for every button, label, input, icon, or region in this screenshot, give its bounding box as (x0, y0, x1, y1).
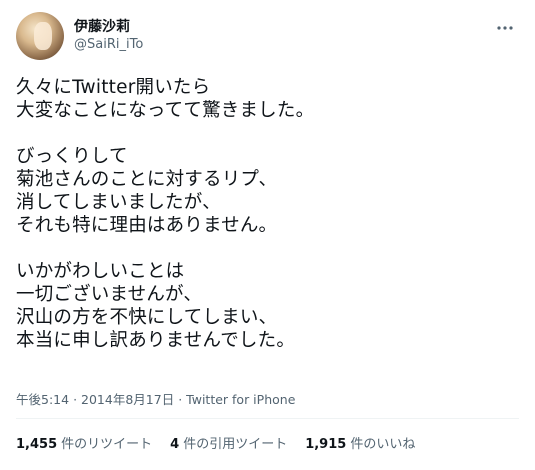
username[interactable]: @SaiRi_iTo (74, 36, 143, 54)
avatar[interactable] (16, 12, 64, 60)
more-horizontal-icon (496, 25, 514, 31)
likes-label: 件のいいね (350, 437, 416, 452)
likes-stat[interactable]: 1,915 件のいいね (305, 436, 415, 454)
tweet-text: 久々にTwitter開いたら 大変なことになってて驚きました。 びっくりして 菊… (16, 77, 315, 351)
retweets-stat[interactable]: 1,455 件のリツイート (16, 436, 152, 454)
tweet-stats: 1,455 件のリツイート 4 件の引用ツイート 1,915 件のいいね (16, 436, 433, 454)
retweets-count: 1,455 (16, 437, 58, 452)
divider (16, 418, 519, 419)
tweet-time[interactable]: 午後5:14 (16, 392, 69, 407)
more-options-button[interactable] (493, 16, 517, 40)
author-names: 伊藤沙莉 @SaiRi_iTo (74, 18, 143, 54)
tweet-date[interactable]: 2014年8月17日 (81, 392, 174, 407)
quotes-stat[interactable]: 4 件の引用ツイート (170, 436, 287, 454)
likes-count: 1,915 (305, 437, 347, 452)
quotes-label: 件の引用ツイート (183, 437, 288, 452)
display-name[interactable]: 伊藤沙莉 (74, 18, 143, 36)
meta-separator: · (73, 392, 78, 407)
quotes-count: 4 (170, 437, 180, 452)
tweet-header: 伊藤沙莉 @SaiRi_iTo (16, 12, 143, 60)
retweets-label: 件のリツイート (61, 437, 153, 452)
tweet-card: 伊藤沙莉 @SaiRi_iTo 久々にTwitter開いたら 大変なことになって… (0, 0, 535, 470)
tweet-metadata: 午後5:14 · 2014年8月17日 · Twitter for iPhone (16, 392, 295, 408)
tweet-source[interactable]: Twitter for iPhone (186, 392, 295, 407)
meta-separator: · (178, 392, 183, 407)
